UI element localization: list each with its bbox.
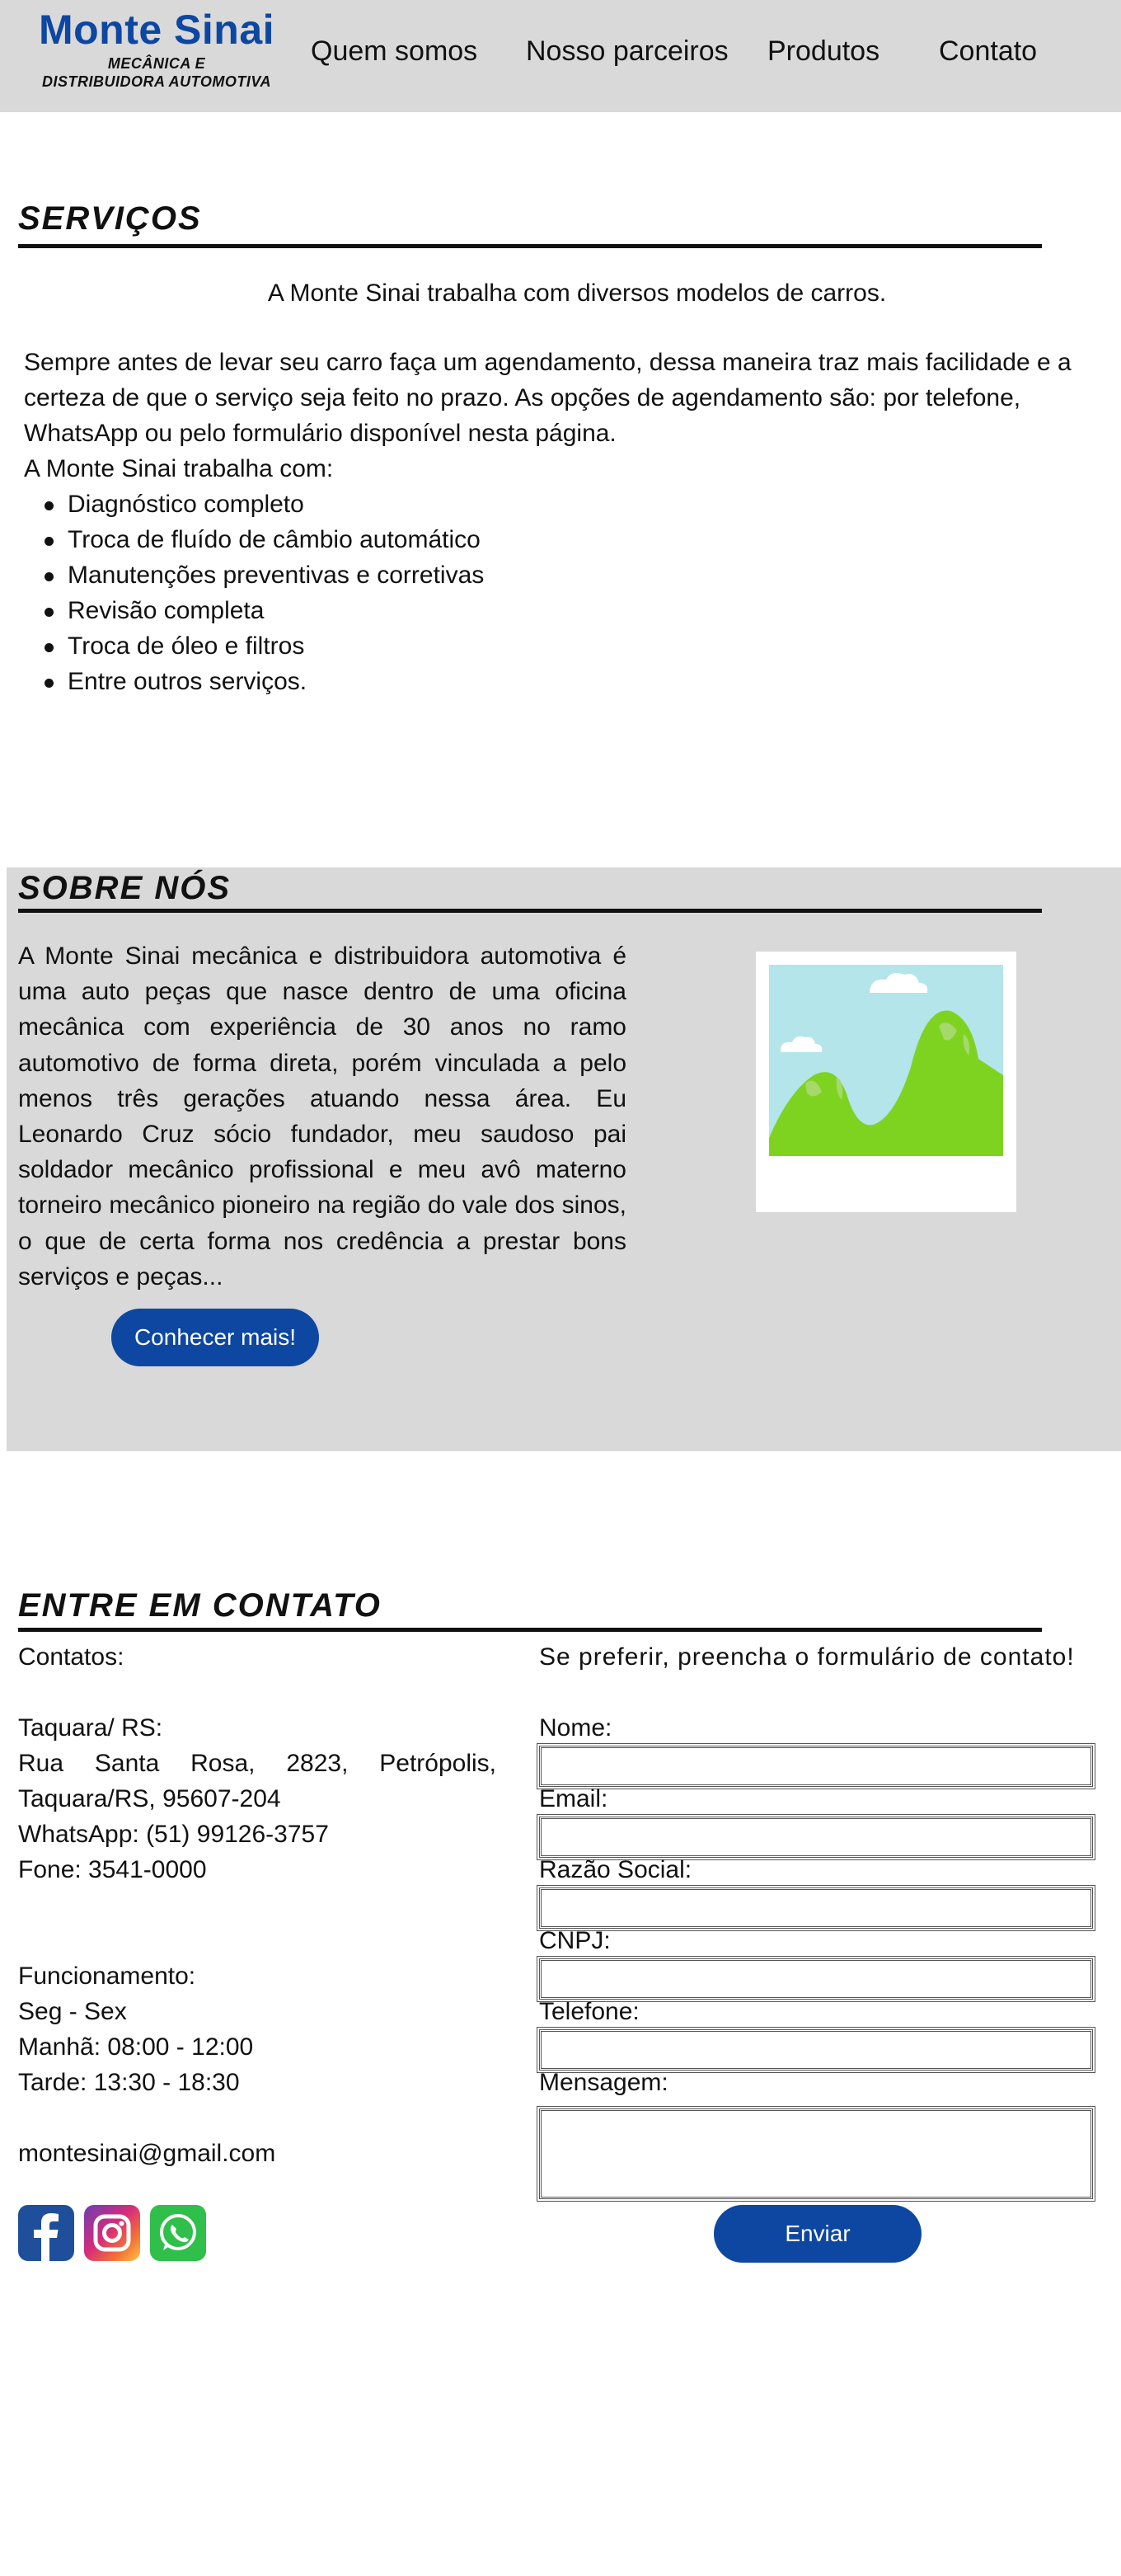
submit-button[interactable]: Enviar (714, 2205, 922, 2263)
company-label: Razão Social: (539, 1856, 692, 1883)
services-paragraph-line3: WhatsApp ou pelo formulário disponível n… (24, 420, 617, 447)
hours-days: Seg - Sex (18, 1998, 127, 2025)
whatsapp-icon[interactable] (150, 2205, 206, 2261)
list-item: Entre outros serviços. (43, 664, 484, 699)
hours-label: Funcionamento: (18, 1963, 196, 1990)
company-field[interactable] (537, 1885, 1095, 1931)
site-header: Monte Sinai MECÂNICA E DISTRIBUIDORA AUT… (0, 0, 1121, 112)
list-item: Revisão completa (43, 593, 484, 628)
contact-email[interactable]: montesinai@gmail.com (18, 2136, 275, 2171)
about-text: A Monte Sinai mecânica e distribuidora a… (18, 942, 626, 1290)
learn-more-button[interactable]: Conhecer mais! (111, 1309, 319, 1366)
services-paragraph-line1: Sempre antes de levar seu carro faça um … (24, 349, 1072, 376)
contact-divider (18, 1628, 1042, 1632)
nav-quem-somos[interactable]: Quem somos (311, 31, 477, 71)
brand-subtitle-line2: DISTRIBUIDORA AUTOMOTIVA (42, 73, 271, 90)
instagram-icon[interactable] (84, 2205, 140, 2261)
about-image (756, 952, 1016, 1212)
email-label: Email: (539, 1785, 608, 1812)
list-item: Manutenções preventivas e corretivas (43, 557, 484, 593)
contact-whatsapp: WhatsApp: (51) 99126-3757 (18, 1821, 329, 1848)
contact-title: ENTRE EM CONTATO (18, 1587, 382, 1624)
services-paragraph-line2: certeza de que o serviço seja feito no p… (24, 384, 1021, 411)
about-title: SOBRE NÓS (18, 870, 232, 906)
facebook-icon[interactable] (18, 2205, 74, 2261)
services-divider (18, 244, 1042, 248)
brand-subtitle-line1: MECÂNICA E (107, 55, 206, 72)
list-item: Troca de óleo e filtros (43, 628, 484, 664)
landscape-image-icon (769, 965, 1003, 1156)
contact-address-line2: Taquara/RS, 95607-204 (18, 1785, 281, 1812)
nav-contato[interactable]: Contato (939, 31, 1037, 71)
name-field[interactable] (537, 1743, 1095, 1789)
nav-produtos[interactable]: Produtos (767, 31, 879, 71)
hours-morning: Manhã: 08:00 - 12:00 (18, 2033, 254, 2061)
contacts-label: Contatos: (18, 1643, 124, 1671)
list-item: Diagnóstico completo (43, 487, 484, 522)
contact-city: Taquara/ RS: (18, 1714, 163, 1742)
message-field[interactable] (537, 2106, 1095, 2202)
nav-nosso-parceiros[interactable]: Nosso parceiros (526, 31, 729, 71)
brand-logo[interactable]: Monte Sinai MECÂNICA E DISTRIBUIDORA AUT… (18, 5, 295, 91)
cnpj-label: CNPJ: (539, 1927, 611, 1954)
contact-phone: Fone: 3541-0000 (18, 1856, 207, 1883)
brand-name: Monte Sinai (38, 7, 275, 53)
name-label: Nome: (539, 1714, 612, 1742)
services-list: Diagnóstico completo Troca de fluído de … (43, 487, 484, 699)
list-item: Troca de fluído de câmbio automático (43, 522, 484, 557)
hours-afternoon: Tarde: 13:30 - 18:30 (18, 2069, 240, 2096)
phone-label: Telefone: (539, 1998, 640, 2025)
services-intro: A Monte Sinai trabalha com diversos mode… (267, 280, 887, 307)
services-list-intro: A Monte Sinai trabalha com: (24, 455, 334, 482)
services-title: SERVIÇOS (18, 200, 202, 237)
about-divider (18, 909, 1042, 913)
contact-address-line1: Rua Santa Rosa, 2823, Petrópolis, (18, 1750, 496, 1777)
message-label: Mensagem: (539, 2069, 668, 2096)
form-title: Se preferir, preencha o formulário de co… (539, 1643, 1075, 1671)
